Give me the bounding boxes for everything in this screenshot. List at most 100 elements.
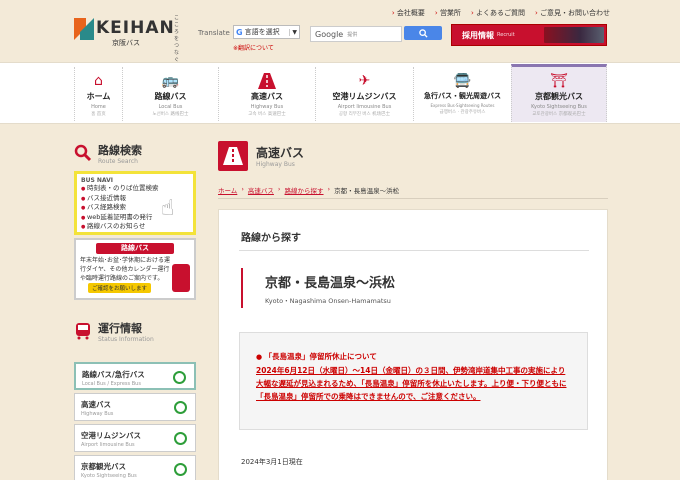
nav-multi: 급행버스 · 관광주유버스 bbox=[439, 110, 486, 115]
breadcrumb-current: 京都・長島温泉～浜松 bbox=[334, 187, 400, 195]
nav-en: Highway Bus bbox=[250, 104, 284, 110]
breadcrumb-separator-icon: › bbox=[277, 185, 281, 193]
status-en: Local Bus / Express Bus bbox=[82, 381, 141, 387]
global-nav: ⌂ ホーム Home 홈 首页 🚌 路線バス Local Bus 노선버스 路线… bbox=[0, 62, 680, 124]
rosen-confirm-button[interactable]: ご確認をお願いします bbox=[88, 283, 152, 293]
nav-airport-limousine[interactable]: ✈ 空港リムジンバス Airport limousine Bus 공항 리무진 … bbox=[315, 67, 413, 121]
status-item-local-express[interactable]: 路線バス/急行バス Local Bus / Express Bus bbox=[74, 362, 196, 390]
recruit-sub: Recruit bbox=[497, 32, 515, 38]
nav-en: Express Bus·Sightseeing Routes bbox=[430, 103, 495, 108]
status-ok-icon bbox=[174, 432, 187, 445]
status-name: 京都観光バス bbox=[81, 462, 126, 471]
route-name: 京都・長島温泉～浜松 bbox=[265, 276, 396, 291]
nav-multi: 공항 리무진 버스 机场巴士 bbox=[338, 112, 391, 117]
status-en: Status Information bbox=[98, 335, 154, 343]
breadcrumb-separator-icon: › bbox=[241, 185, 244, 193]
route-name-en: Kyoto・Nagashima Onsen-Hamamatsu bbox=[265, 297, 391, 305]
nav-multi: 노선버스 路线巴士 bbox=[152, 112, 189, 117]
status-en: Highway Bus bbox=[81, 411, 114, 417]
link-offices[interactable]: 営業所 bbox=[435, 8, 461, 18]
nav-label: 空港リムジンバス bbox=[332, 92, 397, 101]
bus-icon bbox=[74, 322, 92, 340]
nav-en: Kyoto Sightseeing Bus bbox=[531, 104, 587, 110]
breadcrumb-divider bbox=[218, 198, 608, 199]
nav-label: 高速バス bbox=[251, 92, 283, 101]
nav-en: Airport limousine Bus bbox=[337, 104, 392, 110]
nav-kyoto-sightseeing[interactable]: ⛩ 京都観光バス Kyoto Sightseeing Bus 교토관광버스 京都… bbox=[511, 64, 607, 122]
nav-label: 路線バス bbox=[154, 92, 187, 101]
status-ok-icon bbox=[173, 371, 186, 384]
local-bus-icon: 🚌 bbox=[161, 73, 180, 89]
express-bus-icon: 🚍 bbox=[453, 73, 472, 89]
language-select[interactable]: G 言語を選択 ▼ bbox=[233, 25, 300, 39]
breadcrumb: ホーム › 高速バス › 路線から探す › 京都・長島温泉～浜松 bbox=[218, 185, 399, 195]
nav-label: ホーム bbox=[86, 92, 111, 101]
nav-local-bus[interactable]: 🚌 路線バス Local Bus 노선버스 路线巴士 bbox=[122, 67, 218, 121]
nav-en: Local Bus bbox=[158, 104, 183, 110]
link-company[interactable]: 会社概要 bbox=[392, 8, 425, 18]
status-list: 路線バス/急行バス Local Bus / Express Bus 高速バス H… bbox=[74, 362, 196, 480]
search-brand: Google bbox=[315, 29, 344, 39]
status-heading: 運行情報 Status Information bbox=[74, 316, 154, 346]
main-content: 高速バス Highway Bus ホーム › 高速バス › 路線から探す › 京… bbox=[218, 138, 608, 480]
section-divider bbox=[239, 250, 589, 251]
highway-icon bbox=[258, 73, 276, 89]
status-en: Kyoto Sightseeing Bus bbox=[81, 473, 137, 479]
logo-subtitle: 京阪バス bbox=[112, 39, 140, 47]
link-contact[interactable]: ご意見・お問い合わせ bbox=[535, 8, 610, 18]
busnavi-item: 時刻表・のりば位置検索 bbox=[81, 184, 189, 194]
route-search-heading: 路線検索 Route Search bbox=[74, 138, 196, 168]
chevron-down-icon: ▼ bbox=[289, 28, 299, 36]
busnavi-logo: BUS NAVI bbox=[81, 177, 113, 184]
page-heading: 高速バス Highway Bus bbox=[218, 138, 608, 174]
recruit-label: 採用情報 bbox=[462, 30, 494, 40]
status-item-kyoto-sightseeing[interactable]: 京都観光バス Kyoto Sightseeing Bus bbox=[74, 455, 196, 480]
nav-multi: 홈 首页 bbox=[91, 112, 106, 117]
status-name: 高速バス bbox=[81, 400, 111, 409]
site-header: こころをつなぐ つくろう KEIHAN 京阪バス 会社概要 営業所 よくあるご質… bbox=[0, 0, 680, 91]
site-search-input[interactable]: Google 提供 bbox=[310, 26, 402, 42]
top-links: 会社概要 営業所 よくあるご質問 ご意見・お問い合わせ bbox=[392, 8, 610, 18]
status-ok-icon bbox=[174, 463, 187, 476]
breadcrumb-home[interactable]: ホーム bbox=[218, 185, 237, 195]
keihan-logo[interactable]: こころをつなぐ つくろう KEIHAN 京阪バス bbox=[74, 14, 179, 91]
nav-multi: 고속 버스 高速巴士 bbox=[248, 112, 286, 117]
status-name: 空港リムジンバス bbox=[81, 431, 141, 440]
page-title: 高速バス bbox=[256, 146, 305, 160]
status-item-highway[interactable]: 高速バス Highway Bus bbox=[74, 393, 196, 421]
translation-note-link[interactable]: ※翻訳について bbox=[233, 43, 274, 52]
breadcrumb-highway-bus[interactable]: 高速バス bbox=[248, 185, 274, 195]
torii-icon: ⛩ bbox=[550, 73, 568, 89]
as-of-date: 2024年3月1日現在 bbox=[241, 458, 303, 466]
busnavi-banner[interactable]: BUS NAVI 時刻表・のりば位置検索 バス接近情報 バス経路検索 web延着… bbox=[74, 171, 196, 235]
nav-label: 京都観光バス bbox=[535, 92, 583, 101]
page-title-en: Highway Bus bbox=[256, 161, 295, 168]
search-placeholder: 提供 bbox=[347, 31, 358, 38]
search-icon bbox=[418, 28, 428, 38]
logo-text: KEIHAN bbox=[96, 18, 175, 38]
nav-label: 急行バス・観光周遊バス bbox=[424, 92, 501, 100]
recruit-photo bbox=[544, 27, 604, 43]
hand-pointer-icon: ☝ bbox=[161, 196, 175, 221]
link-faq[interactable]: よくあるご質問 bbox=[471, 8, 525, 18]
breadcrumb-route-search[interactable]: 路線から探す bbox=[285, 185, 324, 195]
route-heading: 京都・長島温泉～浜松 Kyoto・Nagashima Onsen-Hamamat… bbox=[241, 268, 395, 308]
search-button[interactable] bbox=[404, 26, 442, 40]
recruit-banner[interactable]: 採用情報 Recruit bbox=[451, 24, 607, 46]
highway-road-icon bbox=[218, 141, 248, 171]
nav-highway-bus[interactable]: 高速バス Highway Bus 고속 버스 高速巴士 bbox=[218, 67, 315, 121]
keihan-mark-icon bbox=[74, 18, 94, 40]
translate-label: Translate bbox=[198, 29, 230, 37]
status-ok-icon bbox=[174, 401, 187, 414]
nav-home[interactable]: ⌂ ホーム Home 홈 首页 bbox=[74, 67, 122, 121]
google-g-icon: G bbox=[236, 27, 243, 37]
local-bus-calendar-banner[interactable]: 路線バス 年末年始･お盆･学休期における運行ダイヤ、その他カレンダー運行や臨時運… bbox=[74, 238, 196, 300]
content-panel: 路線から探す 京都・長島温泉～浜松 Kyoto・Nagashima Onsen-… bbox=[218, 209, 608, 480]
breadcrumb-separator-icon: › bbox=[327, 185, 331, 193]
notice-body[interactable]: 2024年6月12日（水曜日）～14日（金曜日）の３日間、伊勢湾岸道集中工事の実… bbox=[256, 364, 571, 403]
magnifier-icon bbox=[74, 144, 92, 162]
status-item-airport[interactable]: 空港リムジンバス Airport limousine Bus bbox=[74, 424, 196, 452]
nav-express-sightseeing[interactable]: 🚍 急行バス・観光周遊バス Express Bus·Sightseeing Ro… bbox=[413, 67, 511, 121]
route-search-title: 路線検索 bbox=[98, 143, 142, 157]
airplane-icon: ✈ bbox=[358, 73, 371, 89]
